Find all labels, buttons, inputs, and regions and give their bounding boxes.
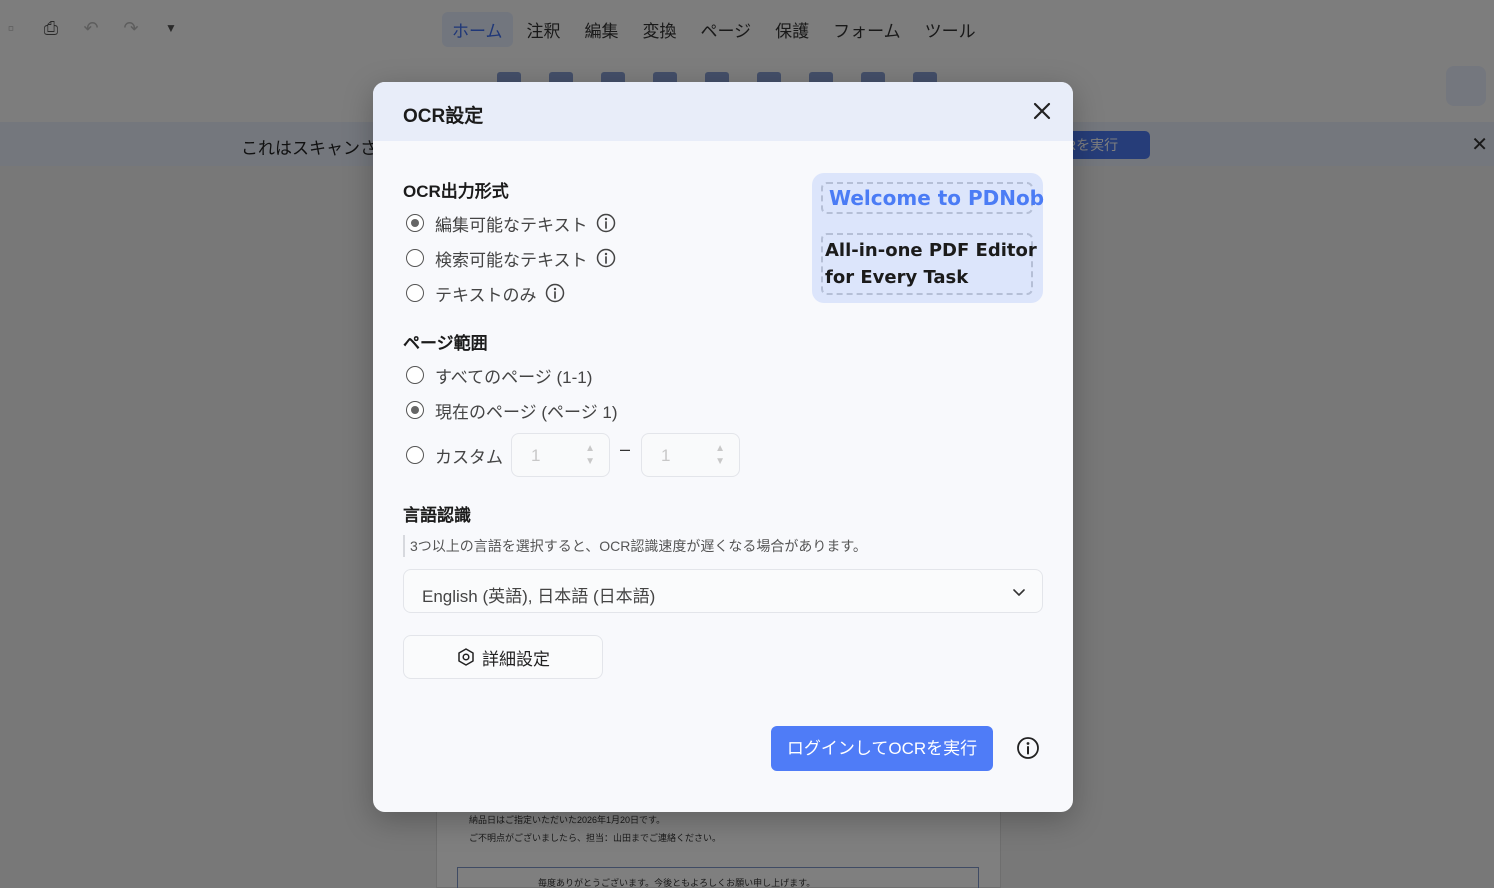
range-from-value: 1 [531, 446, 541, 465]
radio-button[interactable] [406, 366, 424, 384]
radio-button[interactable] [406, 249, 424, 267]
radio-searchable-text[interactable]: 検索可能なテキスト [406, 246, 616, 270]
radio-text-only[interactable]: テキストのみ [406, 281, 565, 305]
radio-label: テキストのみ [435, 285, 537, 305]
ocr-settings-dialog: OCR設定 OCR出力形式 編集可能なテキスト 検索可能なテキスト テキストのみ… [373, 82, 1073, 812]
stepper-arrows-icon[interactable]: ▲ ▼ [715, 442, 725, 468]
radio-label: 現在のページ (ページ 1) [435, 402, 618, 422]
info-icon[interactable] [545, 283, 565, 303]
language-select[interactable]: English (英語), 日本語 (日本語) [403, 569, 1043, 613]
promo-tagline-line: for Every Task [825, 267, 969, 288]
page-range-title: ページ範囲 [403, 334, 488, 353]
range-separator: – [620, 439, 631, 459]
promo-welcome-text: Welcome to PDNob [821, 182, 1044, 214]
ocr-promo-illustration: Welcome to PDNob All-in-one PDF Editor f… [812, 173, 1044, 303]
login-run-ocr-button[interactable]: ログインしてOCRを実行 [771, 726, 993, 771]
radio-label: すべてのページ (1-1) [435, 367, 593, 387]
custom-range-to-input[interactable]: 1 ▲ ▼ [641, 433, 740, 477]
chevron-down-icon [1010, 583, 1028, 601]
radio-label: カスタム [435, 447, 503, 467]
custom-range-from-input[interactable]: 1 ▲ ▼ [511, 433, 610, 477]
info-icon[interactable] [596, 213, 616, 233]
stepper-arrows-icon[interactable]: ▲ ▼ [585, 442, 595, 468]
radio-label: 検索可能なテキスト [435, 250, 588, 270]
radio-button[interactable] [406, 446, 424, 464]
radio-button[interactable] [406, 401, 424, 419]
advanced-settings-label: 詳細設定 [482, 649, 550, 669]
radio-button[interactable] [406, 284, 424, 302]
close-icon[interactable] [1027, 96, 1057, 126]
range-to-value: 1 [661, 446, 671, 465]
radio-custom-range[interactable]: カスタム [406, 443, 503, 467]
info-icon[interactable] [596, 248, 616, 268]
language-selected-value: English (英語), 日本語 (日本語) [422, 587, 656, 606]
dialog-header: OCR設定 [373, 82, 1073, 141]
radio-label: 編集可能なテキスト [435, 215, 588, 235]
info-icon[interactable] [1016, 736, 1040, 760]
promo-tagline: All-in-one PDF Editor for Every Task [821, 233, 1037, 295]
language-hint: 3つ以上の言語を選択すると、OCR認識速度が遅くなる場合があります。 [403, 535, 867, 557]
radio-current-page[interactable]: 現在のページ (ページ 1) [406, 398, 618, 422]
dialog-title: OCR設定 [403, 106, 484, 127]
radio-all-pages[interactable]: すべてのページ (1-1) [406, 363, 592, 387]
language-title: 言語認識 [403, 506, 471, 525]
promo-tagline-line: All-in-one PDF Editor [825, 240, 1037, 261]
radio-editable-text[interactable]: 編集可能なテキスト [406, 211, 616, 235]
settings-hexagon-icon [458, 648, 474, 666]
output-format-title: OCR出力形式 [403, 182, 509, 201]
advanced-settings-button[interactable]: 詳細設定 [403, 635, 603, 679]
radio-button[interactable] [406, 214, 424, 232]
